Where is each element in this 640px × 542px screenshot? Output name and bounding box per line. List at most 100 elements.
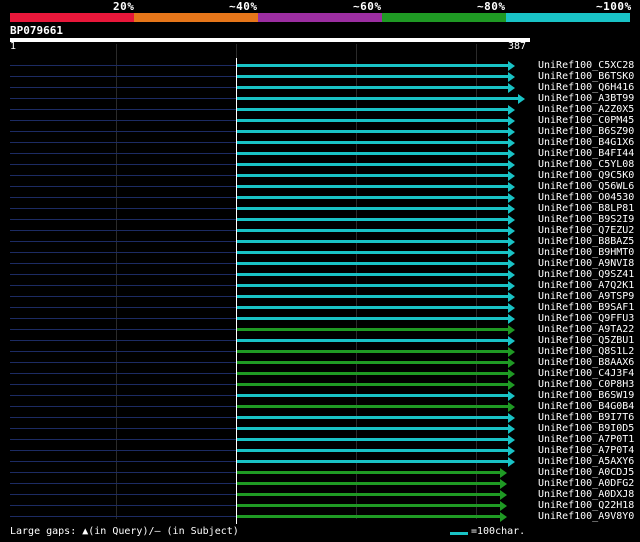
hit-bar[interactable] bbox=[236, 416, 508, 419]
hit-bar[interactable] bbox=[236, 295, 508, 298]
hit-bar[interactable] bbox=[236, 383, 508, 386]
hit-bar[interactable] bbox=[236, 196, 508, 199]
hit-label[interactable]: UniRef100_A9TSP9 bbox=[538, 291, 634, 302]
hit-label[interactable]: UniRef100_A0DFG2 bbox=[538, 478, 634, 489]
hit-bar[interactable] bbox=[236, 427, 508, 430]
hit-arrow-icon bbox=[508, 380, 515, 390]
hit-bar[interactable] bbox=[236, 174, 508, 177]
hit-label[interactable]: UniRef100_Q5ZBU1 bbox=[538, 335, 634, 346]
hit-arrow-icon bbox=[518, 94, 525, 104]
hit-bar[interactable] bbox=[236, 75, 508, 78]
hit-bar[interactable] bbox=[236, 317, 508, 320]
hit-bar[interactable] bbox=[236, 273, 508, 276]
hit-bar[interactable] bbox=[236, 141, 508, 144]
hit-arrow-icon bbox=[508, 193, 515, 203]
hit-label[interactable]: UniRef100_B4FI44 bbox=[538, 148, 634, 159]
hit-unaligned-line bbox=[10, 142, 236, 143]
hit-label[interactable]: UniRef100_A7P0T4 bbox=[538, 445, 634, 456]
hit-label[interactable]: UniRef100_C4J3F4 bbox=[538, 368, 634, 379]
hit-label[interactable]: UniRef100_A3BT99 bbox=[538, 93, 634, 104]
hit-bar[interactable] bbox=[236, 240, 508, 243]
hit-bar[interactable] bbox=[236, 152, 508, 155]
hit-bar[interactable] bbox=[236, 493, 500, 496]
hit-bar[interactable] bbox=[236, 163, 508, 166]
hit-label[interactable]: UniRef100_Q7EZU2 bbox=[538, 225, 634, 236]
hit-bar[interactable] bbox=[236, 185, 508, 188]
hit-bar[interactable] bbox=[236, 108, 508, 111]
hit-label[interactable]: UniRef100_Q56WL6 bbox=[538, 181, 634, 192]
hit-bar[interactable] bbox=[236, 64, 508, 67]
hit-bar[interactable] bbox=[236, 449, 508, 452]
hit-bar[interactable] bbox=[236, 460, 508, 463]
hit-label[interactable]: UniRef100_B9I0D5 bbox=[538, 423, 634, 434]
hit-bar[interactable] bbox=[236, 97, 518, 100]
hit-label[interactable]: UniRef100_C5XC28 bbox=[538, 60, 634, 71]
hit-label[interactable]: UniRef100_O04530 bbox=[538, 192, 634, 203]
hit-bar[interactable] bbox=[236, 515, 500, 518]
hit-bar[interactable] bbox=[236, 284, 508, 287]
hit-unaligned-line bbox=[10, 164, 236, 165]
hit-label[interactable]: UniRef100_B4G0B4 bbox=[538, 401, 634, 412]
hit-label[interactable]: UniRef100_A9NVI8 bbox=[538, 258, 634, 269]
hit-label[interactable]: UniRef100_C0P8H3 bbox=[538, 379, 634, 390]
hit-bar[interactable] bbox=[236, 405, 508, 408]
hit-label[interactable]: UniRef100_B9SAF1 bbox=[538, 302, 634, 313]
hit-arrow-icon bbox=[508, 204, 515, 214]
hit-label[interactable]: UniRef100_A9V8Y0 bbox=[538, 511, 634, 522]
hit-unaligned-line bbox=[10, 494, 236, 495]
hit-label[interactable]: UniRef100_A9TA22 bbox=[538, 324, 634, 335]
hit-bar[interactable] bbox=[236, 361, 508, 364]
hit-bar[interactable] bbox=[236, 130, 508, 133]
hit-bar[interactable] bbox=[236, 504, 500, 507]
hit-bar[interactable] bbox=[236, 251, 508, 254]
hit-label[interactable]: UniRef100_C5YL08 bbox=[538, 159, 634, 170]
hit-arrow-icon bbox=[508, 182, 515, 192]
hit-label[interactable]: UniRef100_B6TSK0 bbox=[538, 71, 634, 82]
hit-label[interactable]: UniRef100_Q9SZ41 bbox=[538, 269, 634, 280]
hit-label[interactable]: UniRef100_B8BAZ5 bbox=[538, 236, 634, 247]
hit-bar[interactable] bbox=[236, 482, 500, 485]
ruler-start: 1 bbox=[10, 41, 17, 52]
scale-label: =100char. bbox=[471, 526, 526, 537]
hit-bar[interactable] bbox=[236, 438, 508, 441]
hit-label[interactable]: UniRef100_B9S2I9 bbox=[538, 214, 634, 225]
hit-label[interactable]: UniRef100_B9I7T6 bbox=[538, 412, 634, 423]
hit-bar[interactable] bbox=[236, 262, 508, 265]
hit-label[interactable]: UniRef100_A5AXY6 bbox=[538, 456, 634, 467]
hit-bar[interactable] bbox=[236, 350, 508, 353]
hit-label[interactable]: UniRef100_B6SZ90 bbox=[538, 126, 634, 137]
hit-label[interactable]: UniRef100_A0CDJ5 bbox=[538, 467, 634, 478]
hit-bar[interactable] bbox=[236, 229, 508, 232]
hit-unaligned-line bbox=[10, 373, 236, 374]
hit-label[interactable]: UniRef100_Q9FFU3 bbox=[538, 313, 634, 324]
hit-bar[interactable] bbox=[236, 207, 508, 210]
hit-label[interactable]: UniRef100_B4G1X6 bbox=[538, 137, 634, 148]
hit-label[interactable]: UniRef100_A0DXJ8 bbox=[538, 489, 634, 500]
hit-label[interactable]: UniRef100_Q8S1L2 bbox=[538, 346, 634, 357]
hit-label[interactable]: UniRef100_B8LP81 bbox=[538, 203, 634, 214]
hit-label[interactable]: UniRef100_Q22H18 bbox=[538, 500, 634, 511]
hit-unaligned-line bbox=[10, 329, 236, 330]
hit-bar[interactable] bbox=[236, 372, 508, 375]
hit-bar[interactable] bbox=[236, 86, 508, 89]
hit-label[interactable]: UniRef100_B6SW19 bbox=[538, 390, 634, 401]
hit-bar[interactable] bbox=[236, 119, 508, 122]
hit-label[interactable]: UniRef100_A7P0T1 bbox=[538, 434, 634, 445]
hit-bar[interactable] bbox=[236, 339, 508, 342]
hit-bar[interactable] bbox=[236, 471, 500, 474]
hit-label[interactable]: UniRef100_C0PM45 bbox=[538, 115, 634, 126]
hit-label[interactable]: UniRef100_A7Q2K1 bbox=[538, 280, 634, 291]
hit-bar[interactable] bbox=[236, 306, 508, 309]
hit-label[interactable]: UniRef100_Q9C5K0 bbox=[538, 170, 634, 181]
identity-bar-orange bbox=[134, 13, 258, 22]
hit-label[interactable]: UniRef100_Q6H416 bbox=[538, 82, 634, 93]
hit-unaligned-line bbox=[10, 98, 236, 99]
hit-unaligned-line bbox=[10, 296, 236, 297]
pct-label-80: ~80% bbox=[477, 0, 506, 13]
hit-bar[interactable] bbox=[236, 394, 508, 397]
hit-bar[interactable] bbox=[236, 218, 508, 221]
hit-label[interactable]: UniRef100_A2Z0X5 bbox=[538, 104, 634, 115]
hit-bar[interactable] bbox=[236, 328, 508, 331]
hit-label[interactable]: UniRef100_B8AAX6 bbox=[538, 357, 634, 368]
hit-label[interactable]: UniRef100_B9HMT0 bbox=[538, 247, 634, 258]
